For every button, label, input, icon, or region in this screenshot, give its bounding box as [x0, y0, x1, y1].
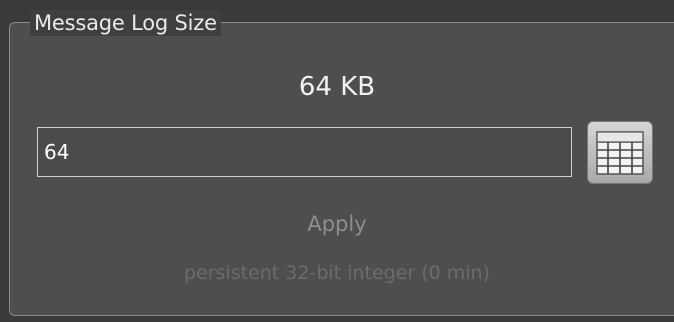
keypad-icon [596, 131, 644, 175]
current-value-label: 64 KB [298, 72, 376, 102]
constraint-hint: persistent 32-bit integer (0 min) [183, 262, 490, 284]
apply-button[interactable]: Apply [0, 210, 674, 238]
log-size-input[interactable] [37, 127, 572, 177]
message-log-size-panel: Message Log Size 64 KB Apply persistent … [0, 0, 674, 322]
keypad-button[interactable] [587, 121, 653, 184]
group-title: Message Log Size [30, 10, 221, 36]
